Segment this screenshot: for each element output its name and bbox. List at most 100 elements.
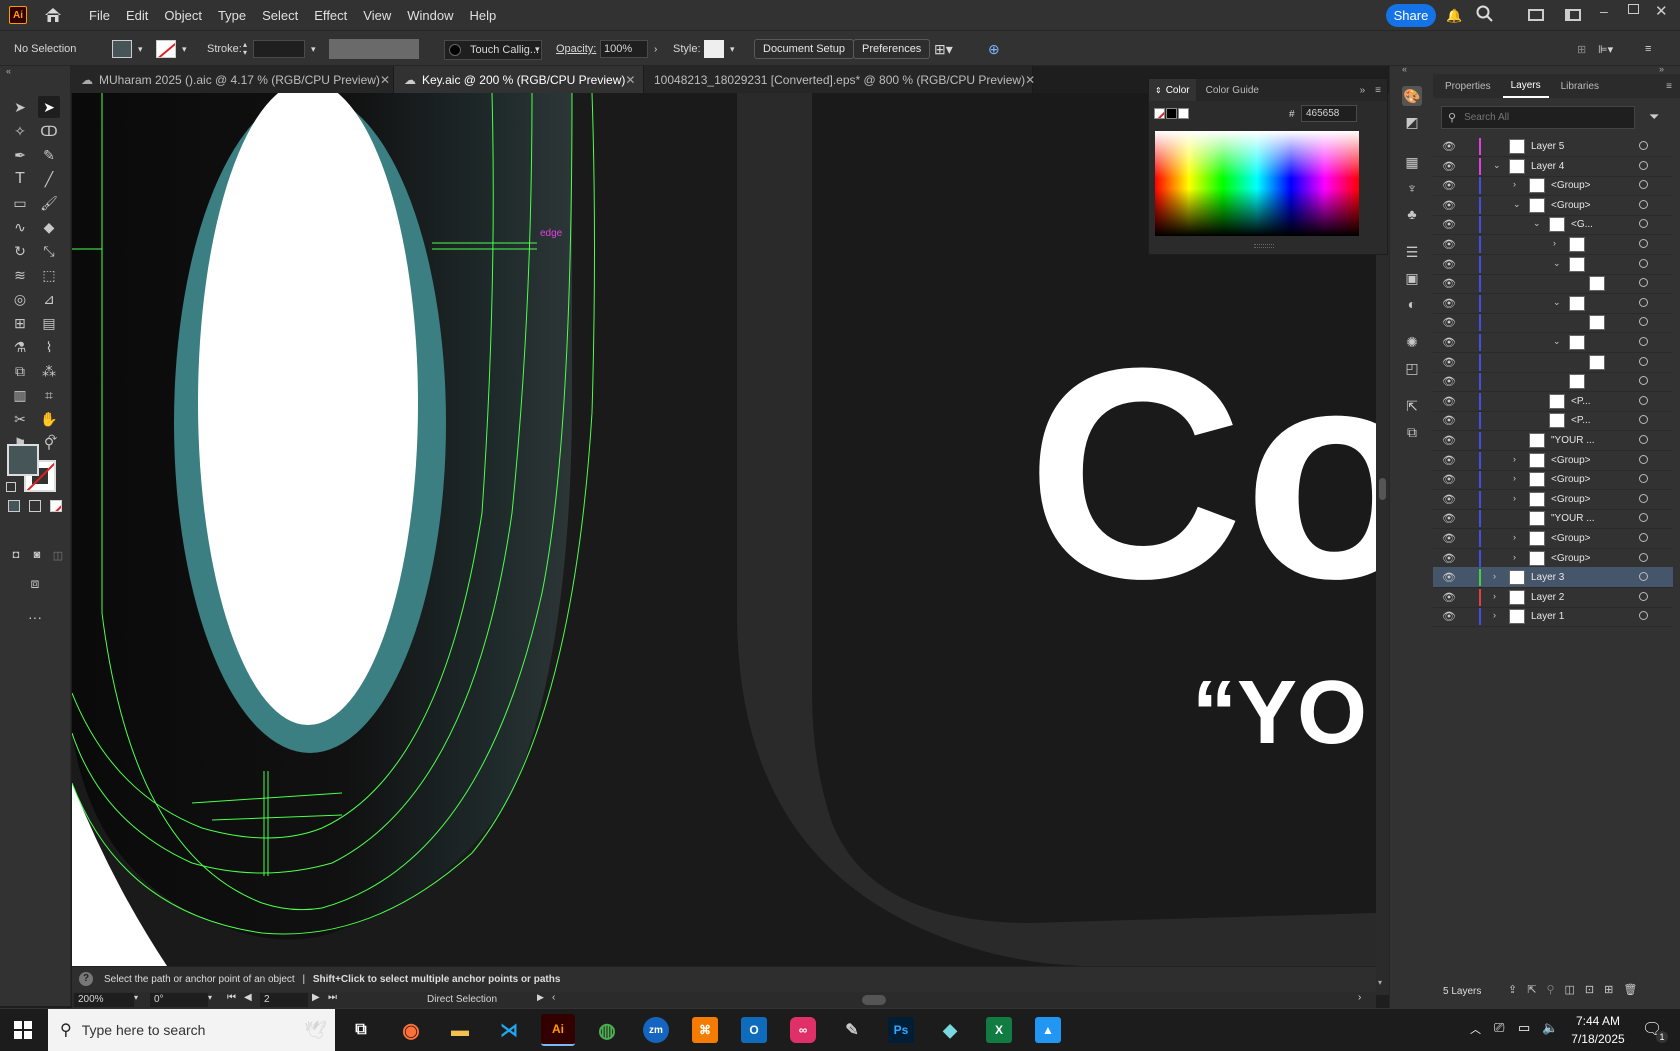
expand-arrow-icon[interactable]: ›	[1513, 493, 1516, 503]
layers-search-input[interactable]	[1464, 112, 1615, 123]
lasso-tool-icon[interactable]: ↀ	[38, 120, 60, 142]
tab-color-guide[interactable]: Color Guide	[1196, 85, 1269, 96]
panel-resize-grip[interactable]	[1254, 244, 1274, 248]
target-circle-icon[interactable]	[1639, 435, 1648, 444]
export-layer-icon[interactable]: ⇱	[1527, 983, 1536, 996]
panel-menu-icon[interactable]: ≡	[1666, 81, 1680, 92]
visibility-eye-icon[interactable]: 👁	[1442, 571, 1456, 584]
symbol-sprayer-tool-icon[interactable]: ⁂	[38, 360, 60, 382]
visibility-eye-icon[interactable]: 👁	[1442, 395, 1456, 408]
collapse-panel-icon[interactable]: »	[1360, 85, 1370, 96]
target-circle-icon[interactable]	[1639, 297, 1648, 307]
target-circle-icon[interactable]	[1639, 278, 1648, 288]
variable-width-profile[interactable]	[329, 39, 419, 59]
swap-colors-icon[interactable]: ↷	[48, 432, 57, 445]
brushes-icon[interactable]: ♆	[1402, 178, 1422, 198]
graphic-styles-icon[interactable]: ◰	[1402, 358, 1422, 378]
outlook-icon[interactable]: O	[741, 1017, 767, 1043]
target-circle-icon[interactable]	[1639, 552, 1648, 562]
rotate-tool-icon[interactable]: ↻	[9, 240, 31, 262]
gradient-tool-icon[interactable]: ▤	[38, 312, 60, 334]
collapse-arrow-icon[interactable]: ⌄	[1553, 336, 1561, 347]
status-menu-arrow[interactable]: ▶	[537, 992, 544, 1003]
direct-selection-tool-icon[interactable]: ➤	[38, 96, 60, 118]
volume-icon[interactable]: 🔈	[1542, 1020, 1558, 1036]
pen-tool-icon[interactable]: ✒	[9, 144, 31, 166]
menu-view[interactable]: View	[355, 8, 399, 23]
hand-tool-icon[interactable]: ✋	[38, 408, 60, 430]
target-circle-icon[interactable]	[1639, 160, 1648, 170]
firefox-icon[interactable]: ◉	[394, 1014, 428, 1046]
magic-wand-tool-icon[interactable]: ✧	[9, 120, 31, 142]
clock-date[interactable]: 7/18/2025	[1568, 1032, 1628, 1046]
menu-effect[interactable]: Effect	[306, 8, 355, 23]
next-artboard-icon[interactable]: ▶	[312, 992, 320, 1003]
target-circle-icon[interactable]	[1639, 454, 1648, 464]
visibility-eye-icon[interactable]: 👁	[1442, 493, 1456, 506]
collapse-arrow-icon[interactable]: ⌄	[1493, 160, 1501, 171]
visibility-eye-icon[interactable]: 👁	[1442, 356, 1456, 369]
measure-tool-icon[interactable]: ⌇	[38, 336, 60, 358]
blend-tool-icon[interactable]: ⧉	[9, 360, 31, 382]
collect-export-icon[interactable]: ⇪	[1508, 983, 1517, 996]
free-transform-tool-icon[interactable]: ⬚	[38, 264, 60, 286]
search-icon[interactable]	[1476, 5, 1494, 26]
previous-artboard-icon[interactable]: ◀	[244, 992, 252, 1003]
target-circle-icon[interactable]	[1639, 219, 1648, 229]
sublayer-row[interactable]: 👁	[1433, 371, 1673, 393]
tab-color[interactable]: ⇕ Color	[1149, 79, 1196, 101]
mesh-tool-icon[interactable]: ⊞	[9, 312, 31, 334]
target-circle-icon[interactable]	[1639, 513, 1648, 523]
stroke-swatch[interactable]: ▾	[156, 40, 187, 58]
target-circle-icon[interactable]	[1639, 258, 1648, 268]
tab-layers[interactable]: Layers	[1502, 74, 1549, 98]
restore-icon[interactable]	[1628, 4, 1639, 14]
sublayer-row[interactable]: 👁 ⌄	[1433, 332, 1673, 353]
scale-tool-icon[interactable]: ⤡	[38, 240, 60, 262]
visibility-eye-icon[interactable]: 👁	[1442, 434, 1456, 447]
fill-mode-none-icon[interactable]	[50, 500, 62, 512]
chrome-icon[interactable]: ◍	[590, 1014, 624, 1046]
collapse-toolbar-icon[interactable]: «	[6, 66, 11, 76]
export-icon[interactable]: ⇱	[1402, 396, 1422, 416]
sublayer-row[interactable]: 👁 ⌄	[1433, 254, 1673, 275]
sublayer-row[interactable]: 👁 › <Group>	[1433, 450, 1673, 471]
brush-definition-dropdown[interactable]: Touch Callig...	[444, 40, 542, 60]
collapse-arrow-icon[interactable]: ⌄	[1513, 199, 1521, 210]
windows-start-icon[interactable]	[14, 1021, 32, 1039]
share-button[interactable]: Share	[1386, 4, 1436, 27]
bell-icon[interactable]: 🔔	[1446, 8, 1462, 24]
artboard-tool-icon[interactable]: ⌗	[38, 384, 60, 406]
filter-icon[interactable]: ⏷	[1649, 109, 1659, 125]
expand-arrow-icon[interactable]: ›	[1513, 473, 1516, 483]
collapse-arrow-icon[interactable]: ⌄	[1533, 218, 1541, 229]
panel-menu-icon[interactable]: ≡	[1645, 40, 1651, 58]
shaper-tool-icon[interactable]: ∿	[9, 216, 31, 238]
transparency-icon[interactable]: ◐	[1402, 294, 1422, 314]
tab-key[interactable]: ☁ Key.aic @ 200 % (RGB/CPU Preview) ✕	[394, 66, 644, 93]
preferences-button[interactable]: Preferences	[853, 39, 931, 59]
task-view-icon[interactable]: ⧉	[344, 1014, 378, 1046]
vscode-icon[interactable]: ⋊	[492, 1014, 526, 1046]
expand-arrow-icon[interactable]: ›	[1553, 238, 1556, 248]
new-sublayer-icon[interactable]: ⊡	[1585, 983, 1594, 996]
expand-arrow-icon[interactable]: ›	[1493, 571, 1496, 581]
vertical-scroll-thumb[interactable]	[1379, 478, 1386, 500]
fill-mode-gradient-icon[interactable]	[29, 500, 41, 512]
layer-row[interactable]: 👁 › Layer 3	[1433, 567, 1673, 589]
expand-arrow-icon[interactable]: ›	[1493, 610, 1496, 620]
home-icon[interactable]	[43, 5, 63, 25]
visibility-eye-icon[interactable]: 👁	[1442, 179, 1456, 192]
edit-toolbar-icon[interactable]: ···	[24, 606, 46, 628]
target-circle-icon[interactable]	[1639, 415, 1648, 425]
display-icon[interactable]: ⎚	[1494, 1020, 1504, 1036]
slice-tool-icon[interactable]: ✂	[9, 408, 31, 430]
minimize-icon[interactable]: –	[1600, 3, 1608, 19]
fill-mode-color-icon[interactable]	[8, 500, 20, 512]
visibility-eye-icon[interactable]: 👁	[1442, 258, 1456, 271]
tab-muharam[interactable]: ☁ MUharam 2025 ().aic @ 4.17 % (RGB/CPU …	[71, 66, 394, 93]
visibility-eye-icon[interactable]: 👁	[1442, 297, 1456, 310]
last-artboard-icon[interactable]: ⏭	[328, 992, 337, 1003]
stroke-panel-icon[interactable]: ☰	[1402, 242, 1422, 262]
visibility-eye-icon[interactable]: 👁	[1442, 552, 1456, 565]
